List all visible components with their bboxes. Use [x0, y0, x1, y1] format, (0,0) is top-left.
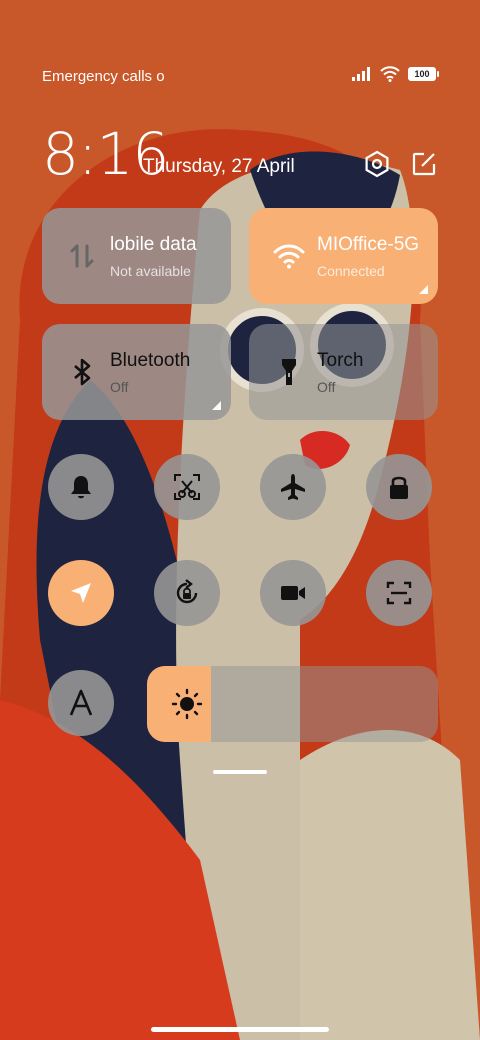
edit-button[interactable]	[410, 150, 438, 178]
auto-rotate-toggle[interactable]	[154, 560, 220, 626]
reading-mode-toggle[interactable]	[48, 670, 114, 736]
mobile-data-tile[interactable]: lobile data Not available	[42, 208, 231, 304]
lock-icon	[390, 476, 408, 499]
torch-status: Off	[317, 379, 336, 395]
scanner-toggle[interactable]	[366, 560, 432, 626]
scissors-icon	[174, 474, 200, 500]
scan-icon	[386, 581, 412, 605]
brightness-slider[interactable]	[147, 666, 438, 742]
bluetooth-status: Off	[110, 379, 129, 395]
bluetooth-expand-indicator	[212, 401, 221, 410]
status-icons: 100	[352, 66, 439, 82]
video-camera-icon	[281, 586, 305, 600]
location-arrow-icon	[71, 583, 91, 603]
wifi-tile[interactable]: MIOffice-5G Connected	[249, 208, 438, 304]
bluetooth-tile[interactable]: Bluetooth Off	[42, 324, 231, 420]
rotation-lock-icon	[176, 579, 198, 604]
ring-toggle[interactable]	[48, 454, 114, 520]
bluetooth-icon	[74, 358, 91, 386]
screenshot-toggle[interactable]	[154, 454, 220, 520]
font-a-icon	[69, 689, 93, 716]
wifi-icon	[273, 244, 305, 269]
settings-icon	[365, 150, 389, 178]
edit-icon	[412, 152, 436, 176]
torch-icon	[282, 359, 296, 385]
torch-tile[interactable]: Torch Off	[249, 324, 438, 420]
wifi-network-name: MIOffice-5G	[317, 234, 420, 255]
status-bar: Emergency calls o 100	[0, 62, 480, 90]
settings-button[interactable]	[363, 150, 391, 178]
emergency-calls-text: Emergency calls o	[42, 68, 165, 85]
screen-recorder-toggle[interactable]	[260, 560, 326, 626]
panel-drag-handle[interactable]	[213, 770, 267, 774]
mobile-data-icon	[70, 244, 94, 268]
airplane-mode-toggle[interactable]	[260, 454, 326, 520]
date-text: Thursday, 27 April	[143, 156, 295, 177]
location-toggle[interactable]	[48, 560, 114, 626]
sun-icon	[171, 688, 203, 720]
bell-icon	[71, 476, 91, 499]
home-indicator[interactable]	[151, 1027, 329, 1032]
mobile-data-title: lobile data	[110, 234, 197, 255]
wifi-icon	[380, 66, 400, 82]
signal-bars-icon	[352, 67, 370, 81]
airplane-icon	[281, 474, 305, 500]
torch-title: Torch	[317, 350, 364, 371]
battery-icon: 100	[408, 67, 439, 81]
wifi-status: Connected	[317, 263, 385, 279]
mobile-data-status: Not available	[110, 263, 191, 279]
wifi-expand-indicator	[419, 285, 428, 294]
lock-screen-toggle[interactable]	[366, 454, 432, 520]
bluetooth-title: Bluetooth	[110, 350, 191, 371]
